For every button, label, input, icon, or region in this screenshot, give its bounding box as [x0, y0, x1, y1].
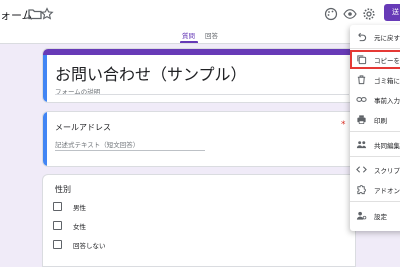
- tab-questions[interactable]: 質問: [182, 30, 195, 40]
- palette-icon[interactable]: [324, 7, 338, 21]
- answer-underline: [55, 150, 205, 151]
- menu-item-print[interactable]: 印刷: [350, 110, 400, 130]
- top-bar: ォーム 送 質問 回答: [0, 0, 400, 43]
- menu-item-trash[interactable]: ゴミ箱に移: [350, 70, 400, 90]
- menu-item-label: 元に戻す: [374, 34, 400, 42]
- people-icon: [356, 141, 367, 149]
- option-label: 女性: [73, 223, 86, 231]
- question-title: 性別: [55, 185, 71, 194]
- menu-item-label: ゴミ箱に移: [374, 77, 400, 85]
- preview-eye-icon[interactable]: [343, 7, 357, 21]
- menu-divider: [350, 48, 400, 49]
- menu-item-label: 設定: [374, 213, 387, 221]
- menu-item-label: スクリプト: [374, 167, 400, 175]
- form-title-card[interactable]: お問い合わせ（サンプル） フォームの説明: [42, 48, 356, 103]
- menu-item-label: 事前入力し: [374, 97, 400, 105]
- question-card-email[interactable]: メールアドレス * 記述式テキスト（短文回答）: [42, 111, 356, 167]
- menu-item-label: 印刷: [374, 117, 387, 125]
- option-label: 回答しない: [73, 242, 106, 250]
- settings-gear-icon[interactable]: [362, 7, 376, 21]
- trash-icon: [357, 75, 366, 85]
- menu-item-label: アドオン: [374, 187, 400, 195]
- print-icon: [357, 115, 366, 124]
- highlight-box: [350, 50, 400, 69]
- star-icon[interactable]: [40, 7, 54, 21]
- focus-edge: [43, 112, 47, 166]
- focus-edge: [43, 55, 47, 102]
- settings-icon: [356, 211, 367, 220]
- question-card-gender[interactable]: 性別 男性 女性 回答しない: [42, 174, 356, 267]
- undo-icon: [358, 32, 367, 42]
- send-button[interactable]: 送: [384, 4, 400, 21]
- title-accent-band: [43, 49, 355, 55]
- form-tabs: 質問 回答: [0, 30, 400, 43]
- short-answer-placeholder: 記述式テキスト（短文回答）: [55, 141, 140, 149]
- tab-responses[interactable]: 回答: [205, 30, 218, 40]
- header-divider: [0, 43, 400, 44]
- menu-divider: [350, 201, 400, 202]
- menu-item-undo[interactable]: 元に戻す: [350, 27, 400, 47]
- required-mark: *: [341, 120, 346, 130]
- option-label: 男性: [73, 204, 86, 212]
- menu-item-collaborators[interactable]: 共同編集者: [350, 135, 400, 155]
- menu-item-addons[interactable]: アドオン: [350, 180, 400, 200]
- menu-item-prefill-link[interactable]: 事前入力し: [350, 90, 400, 110]
- link-icon: [356, 97, 367, 102]
- checkbox[interactable]: [53, 202, 62, 211]
- question-title: メールアドレス: [55, 123, 111, 132]
- description-underline: [55, 94, 349, 95]
- menu-divider: [350, 131, 400, 132]
- form-title[interactable]: お問い合わせ（サンプル）: [55, 61, 247, 85]
- menu-item-label: 共同編集者: [374, 142, 400, 150]
- checkbox[interactable]: [53, 221, 62, 230]
- puzzle-icon: [357, 185, 366, 195]
- checkbox[interactable]: [53, 240, 62, 249]
- menu-divider: [350, 156, 400, 157]
- menu-item-settings[interactable]: 設定: [350, 206, 400, 226]
- menu-item-script[interactable]: スクリプト: [350, 160, 400, 180]
- code-icon: [356, 166, 367, 173]
